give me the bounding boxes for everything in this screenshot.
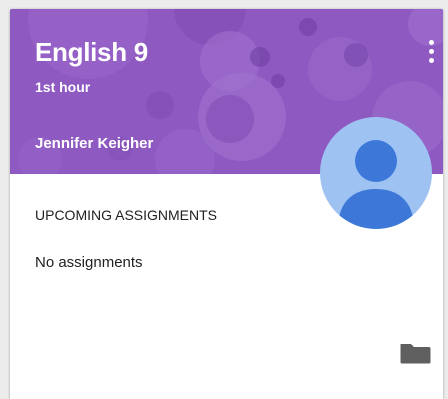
- assignments-status: No assignments: [35, 254, 143, 271]
- folder-icon: [400, 344, 431, 364]
- teacher-avatar: [320, 117, 432, 229]
- class-section: 1st hour: [35, 79, 91, 95]
- class-card: English 9 1st hour Jennifer Keigher UPCO…: [10, 9, 443, 399]
- teacher-name: Jennifer Keigher: [35, 135, 154, 152]
- more-vert-icon-dot: [429, 49, 434, 54]
- upcoming-assignments-heading: UPCOMING ASSIGNMENTS: [35, 207, 218, 223]
- person-icon: [338, 140, 414, 229]
- more-options-button[interactable]: [420, 37, 442, 67]
- class-folder-button[interactable]: [399, 341, 433, 365]
- class-title[interactable]: English 9: [35, 37, 148, 68]
- more-vert-icon-dot: [429, 58, 434, 63]
- more-vert-icon: [429, 40, 434, 45]
